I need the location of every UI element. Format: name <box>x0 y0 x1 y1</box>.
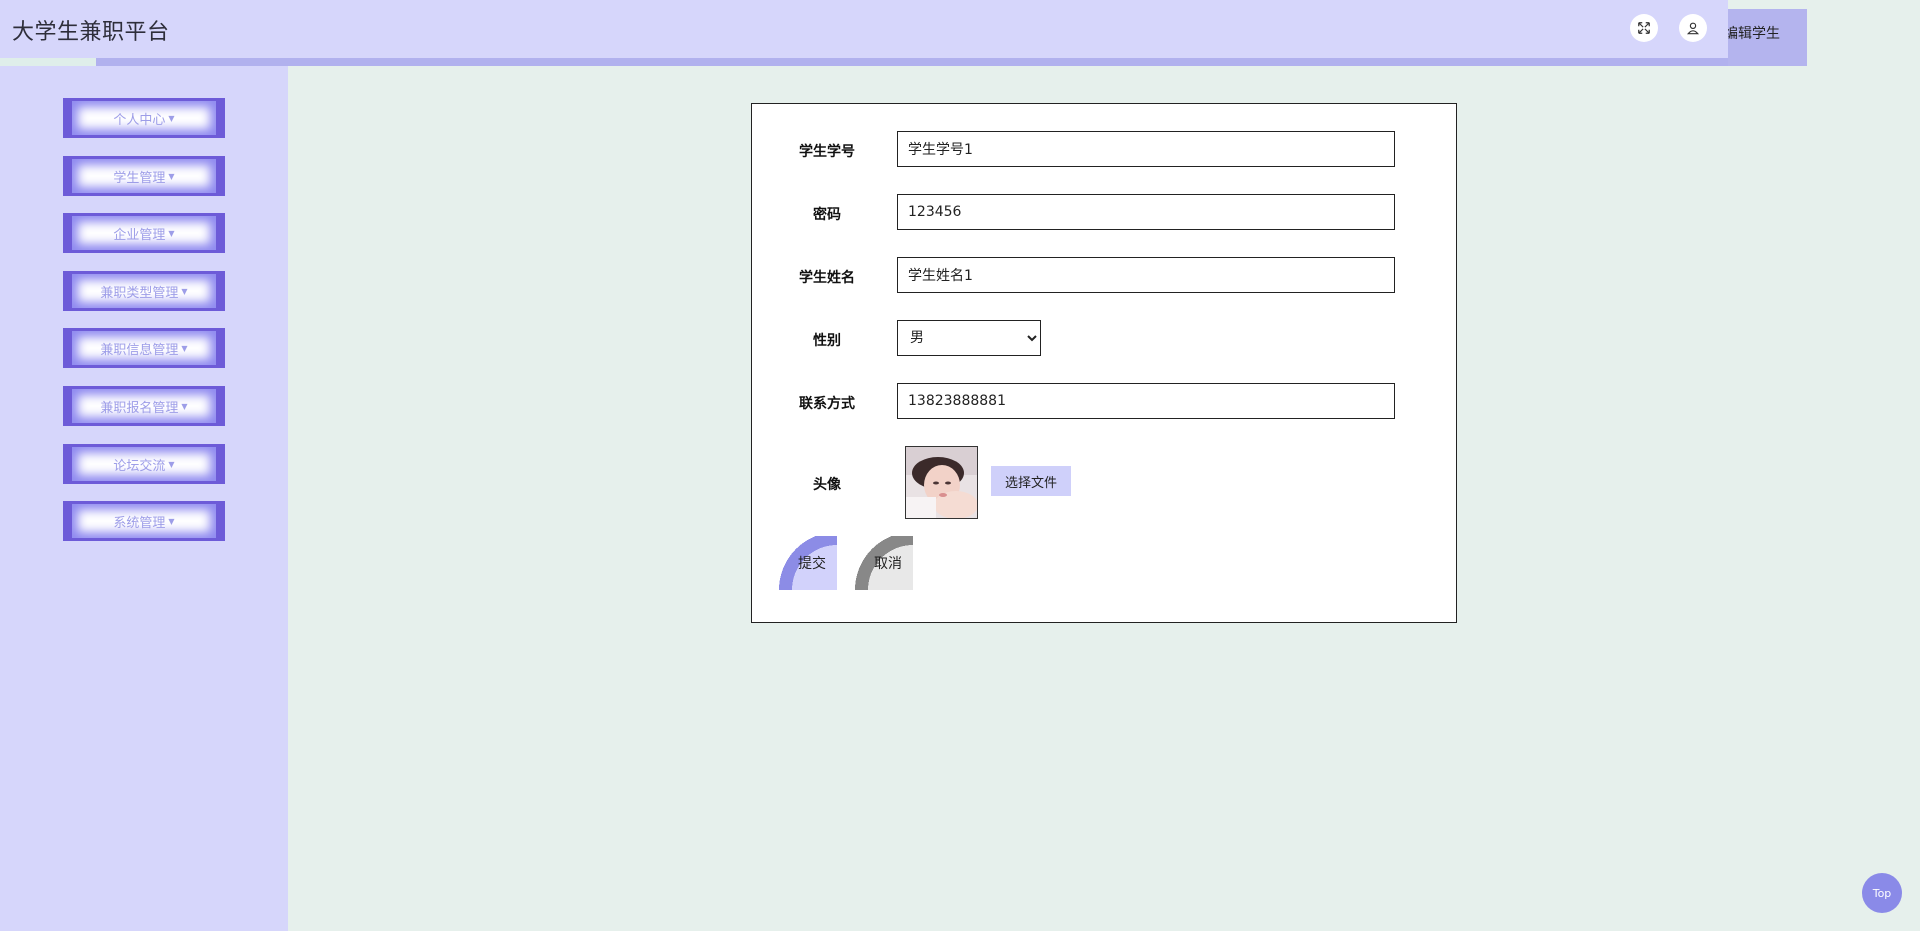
avatar-photo <box>906 447 977 518</box>
caret-down-icon: ▼ <box>181 401 188 411</box>
caret-down-icon: ▼ <box>168 228 175 238</box>
sidebar-item-label: 兼职报名管理 <box>100 400 179 416</box>
sidebar-item-job-application-management[interactable]: 兼职报名管理 ▼ <box>63 386 225 426</box>
sidebar-item-personal-center[interactable]: 个人中心 ▼ <box>63 98 225 138</box>
sidebar-item-label: 系统管理 <box>113 515 166 531</box>
user-menu-button[interactable] <box>1679 14 1707 42</box>
fullscreen-button[interactable] <box>1630 14 1658 42</box>
sidebar-item-job-info-management[interactable]: 兼职信息管理 ▼ <box>63 328 225 368</box>
app-title: 大学生兼职平台 <box>12 20 170 45</box>
caret-down-icon: ▼ <box>168 113 175 123</box>
sidebar-item-job-type-management[interactable]: 兼职类型管理 ▼ <box>63 271 225 311</box>
sidebar-item-label: 兼职信息管理 <box>100 342 179 358</box>
caret-down-icon: ▼ <box>168 459 175 469</box>
avatar-label: 头像 <box>813 477 841 493</box>
caret-down-icon: ▼ <box>168 516 175 526</box>
role-text: 编辑学生 <box>1728 25 1780 42</box>
student-name-label: 学生姓名 <box>799 270 855 286</box>
sidebar-item-forum[interactable]: 论坛交流 ▼ <box>63 444 225 484</box>
sidebar-item-company-management[interactable]: 企业管理 ▼ <box>63 213 225 253</box>
avatar-image <box>905 446 978 519</box>
cancel-button[interactable]: 取消 <box>855 536 913 590</box>
back-to-top-button[interactable]: Top <box>1862 873 1902 913</box>
contact-input[interactable] <box>897 383 1395 419</box>
sidebar-item-label: 个人中心 <box>113 112 166 128</box>
edit-student-form: 学生学号 密码 学生姓名 性别 男 联系方式 头像 选择文件 提交 取消 <box>751 103 1457 623</box>
page-role-label: 编辑学生 <box>1728 9 1807 66</box>
student-id-label: 学生学号 <box>799 144 855 160</box>
user-icon <box>1686 22 1700 35</box>
sidebar-item-label: 学生管理 <box>113 170 166 186</box>
top-header: 大学生兼职平台 <box>0 0 1728 58</box>
header-underline <box>96 58 1807 66</box>
caret-down-icon: ▼ <box>181 343 188 353</box>
sidebar-item-system-management[interactable]: 系统管理 ▼ <box>63 501 225 541</box>
password-label: 密码 <box>813 207 841 223</box>
header-underline-left <box>0 58 96 66</box>
caret-down-icon: ▼ <box>168 171 175 181</box>
sidebar-item-student-management[interactable]: 学生管理 ▼ <box>63 156 225 196</box>
sidebar: 个人中心 ▼ 学生管理 ▼ 企业管理 ▼ 兼职类型管理 ▼ 兼职信息管理 ▼ 兼职报名管理… <box>0 66 288 931</box>
caret-down-icon: ▼ <box>181 286 188 296</box>
password-input[interactable] <box>897 194 1395 230</box>
student-name-input[interactable] <box>897 257 1395 293</box>
contact-label: 联系方式 <box>799 396 855 412</box>
sidebar-item-label: 论坛交流 <box>113 458 166 474</box>
submit-button[interactable]: 提交 <box>779 536 837 590</box>
choose-file-button[interactable]: 选择文件 <box>991 466 1071 496</box>
sidebar-item-label: 兼职类型管理 <box>100 285 179 301</box>
expand-icon <box>1638 22 1650 34</box>
sidebar-item-label: 企业管理 <box>113 227 166 243</box>
student-id-input[interactable] <box>897 131 1395 167</box>
gender-select[interactable]: 男 <box>897 320 1041 356</box>
gender-label: 性别 <box>813 333 841 349</box>
